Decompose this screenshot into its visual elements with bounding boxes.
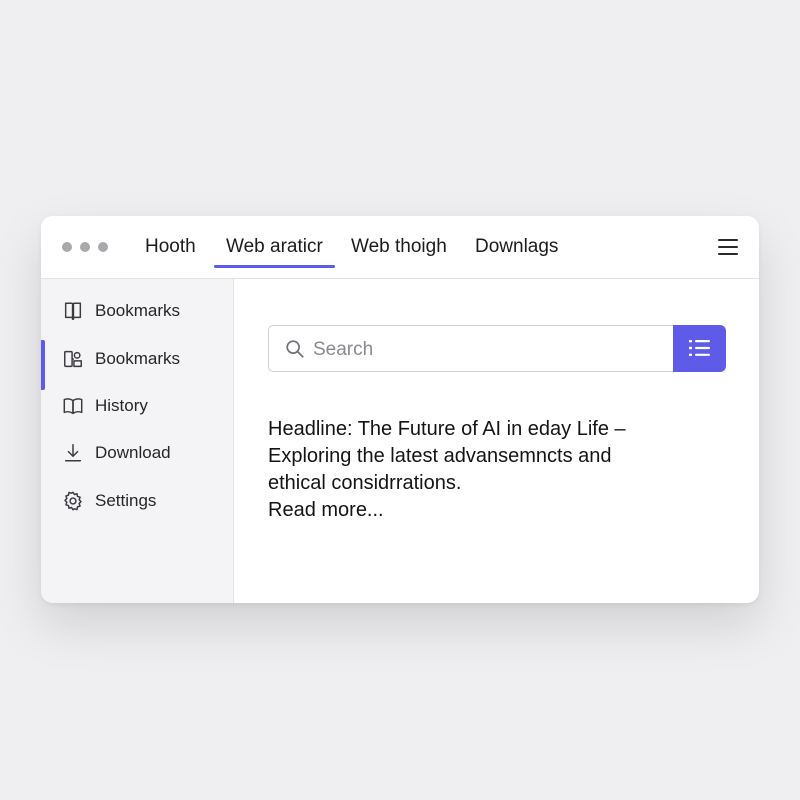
sidebar-item-label: Settings [95, 491, 157, 510]
tab-downlags[interactable]: Downlags [475, 236, 558, 278]
sidebar-item-label: History [95, 396, 148, 415]
list-view-button[interactable] [673, 325, 726, 372]
sidebar-item-bookmarks[interactable]: Bookmarks [41, 291, 233, 331]
sidebar-item-label: Download [95, 443, 171, 462]
tab-web-araticr[interactable]: Web araticr [214, 236, 335, 278]
sidebar-item-label: Bookmarks [95, 349, 181, 368]
window-control-dot[interactable] [62, 242, 72, 252]
search-input[interactable] [311, 326, 675, 373]
article-preview: Headline: The Future of AI in eday Life … [268, 416, 748, 524]
download-icon [64, 444, 82, 462]
article-summary-line: ethical considrrations. [268, 472, 462, 494]
list-icon [689, 340, 710, 356]
open-book-icon [63, 398, 83, 415]
hamburger-menu-icon[interactable] [718, 239, 738, 255]
sidebar-item-download[interactable]: Download [41, 433, 233, 473]
window-control-dot[interactable] [80, 242, 90, 252]
article-headline: Headline: The Future of AI in eday Life … [268, 418, 626, 440]
main-content: Headline: The Future of AI in eday Life … [234, 279, 759, 603]
title-bar: Hooth Web araticr Web thoigh Downlags [41, 216, 759, 279]
sidebar-item-label: Bookmarks [95, 301, 181, 320]
tab-hooth[interactable]: Hooth [145, 236, 196, 278]
sidebar-item-settings[interactable]: Settings [41, 481, 233, 521]
window-control-dot[interactable] [98, 242, 108, 252]
search-icon [286, 340, 304, 358]
bookmarks-shapes-icon [64, 350, 82, 368]
window-controls [62, 242, 108, 252]
book-icon [64, 302, 82, 320]
browser-window: Hooth Web araticr Web thoigh Downlags Bo… [41, 216, 759, 603]
tab-web-thoigh[interactable]: Web thoigh [351, 236, 447, 278]
article-summary-line: Exploring the latest advansemncts and [268, 445, 612, 467]
gear-icon [64, 491, 82, 511]
sidebar-item-history[interactable]: History [41, 386, 233, 426]
read-more-link[interactable]: Read more... [268, 497, 748, 524]
sidebar-item-bookmarks-selected[interactable]: Bookmarks [41, 339, 233, 390]
sidebar: Bookmarks Bookmarks History Download Set… [41, 279, 234, 603]
search-bar [268, 325, 724, 373]
